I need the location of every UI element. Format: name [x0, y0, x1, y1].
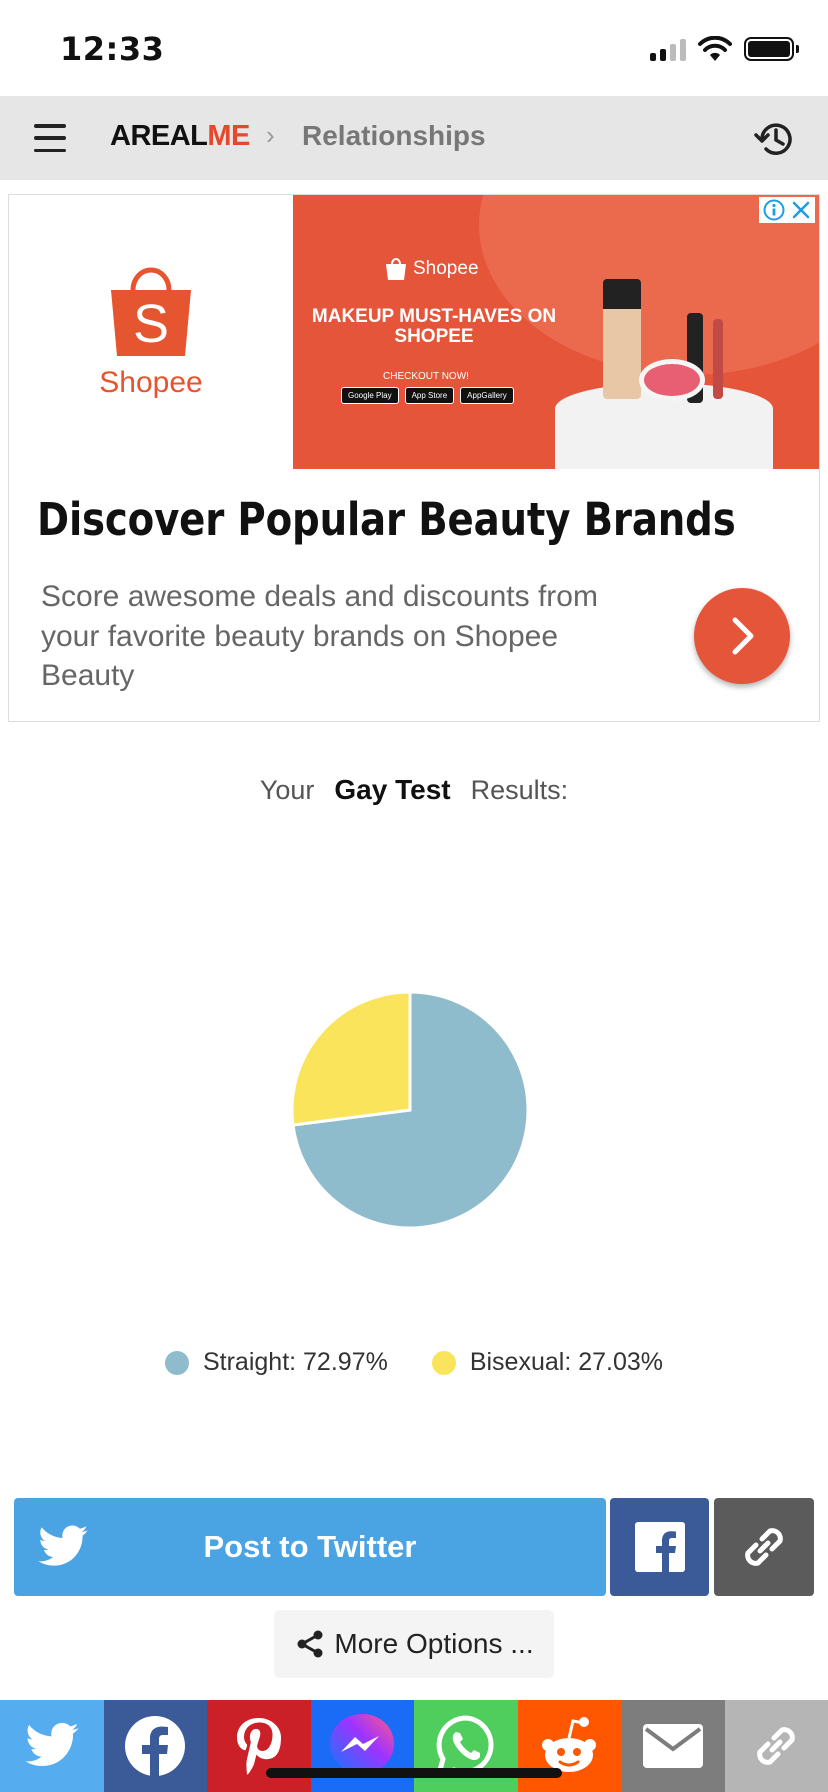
battery-icon: [744, 37, 799, 61]
post-to-twitter-button[interactable]: Post to Twitter: [14, 1498, 606, 1596]
ad-title[interactable]: Discover Popular Beauty Brands: [37, 493, 736, 546]
facebook-share-button[interactable]: [610, 1498, 709, 1596]
legend-item-straight: Straight: 72.97%: [164, 1348, 388, 1377]
share-reddit-button[interactable]: [517, 1700, 621, 1792]
shopee-small-bag-icon: [386, 258, 406, 280]
link-icon: [745, 1528, 783, 1566]
legend-item-bisexual: Bisexual: 27.03%: [431, 1348, 663, 1377]
blush-compact-image: [639, 359, 705, 401]
email-icon: [642, 1724, 703, 1768]
ad-banner-image[interactable]: Shopee MAKEUP MUST-HAVES ON SHOPEE CHECK…: [293, 195, 819, 469]
chevron-right-icon: [732, 617, 754, 655]
facebook-icon: [634, 1522, 685, 1572]
facebook-icon: [125, 1716, 186, 1778]
twitter-icon: [25, 1722, 79, 1767]
link-icon: [757, 1727, 796, 1765]
home-indicator: [266, 1768, 562, 1778]
ad-description: Score awesome deals and discounts from y…: [41, 580, 598, 693]
share-pinterest-button[interactable]: [207, 1700, 311, 1792]
history-icon[interactable]: [754, 118, 796, 160]
bottom-share-bar: [0, 1700, 828, 1792]
share-icon: [297, 1630, 323, 1658]
nav-bar: AREALME › Relationships: [0, 96, 828, 180]
pinterest-icon: [236, 1718, 281, 1775]
adchoices-controls: [759, 197, 815, 223]
legend-dot-straight: [164, 1350, 189, 1375]
share-facebook-button[interactable]: [103, 1700, 207, 1792]
ad-container[interactable]: S Shopee Shopee MAKEUP MUST-HAVES ON SHO…: [8, 194, 820, 722]
status-bar: 12:33: [0, 0, 828, 96]
cellular-signal-icon: [650, 37, 686, 61]
legend-dot-bisexual: [431, 1350, 456, 1375]
share-email-button[interactable]: [621, 1700, 725, 1792]
test-name: Gay Test: [334, 774, 451, 805]
results-pie-chart: [260, 960, 560, 1260]
status-time: 12:33: [60, 30, 165, 68]
close-ad-icon[interactable]: [791, 200, 811, 220]
lipgloss-image: [713, 319, 723, 399]
share-link-button[interactable]: [724, 1700, 828, 1792]
pie-chart-svg: [290, 990, 530, 1230]
copy-link-button[interactable]: [714, 1498, 814, 1596]
wifi-icon: [698, 36, 732, 61]
share-messenger-button[interactable]: [310, 1700, 414, 1792]
breadcrumb-separator: ›: [266, 120, 275, 150]
ad-logo[interactable]: S Shopee: [9, 195, 293, 469]
site-logo[interactable]: AREALME: [110, 120, 250, 153]
info-icon[interactable]: [763, 199, 785, 221]
share-whatsapp-button[interactable]: [414, 1700, 518, 1792]
pie-slice-bisexual: [290, 990, 412, 1127]
status-icons: [650, 36, 799, 62]
breadcrumb-relationships[interactable]: Relationships: [302, 120, 486, 152]
results-heading: Your Gay Test Results:: [259, 774, 569, 805]
share-twitter-button[interactable]: [0, 1700, 104, 1792]
chart-legend: Straight: 72.97% Bisexual: 27.03%: [0, 1348, 828, 1377]
svg-text:S: S: [133, 294, 169, 354]
store-badges: Google Play App Store AppGallery: [341, 387, 514, 404]
more-options-button[interactable]: More Options ...: [274, 1610, 554, 1678]
shopee-bag-icon: S: [111, 267, 191, 356]
foundation-bottle-image: [603, 279, 641, 399]
hamburger-menu-icon[interactable]: [34, 124, 66, 152]
ad-go-button[interactable]: [694, 588, 790, 684]
